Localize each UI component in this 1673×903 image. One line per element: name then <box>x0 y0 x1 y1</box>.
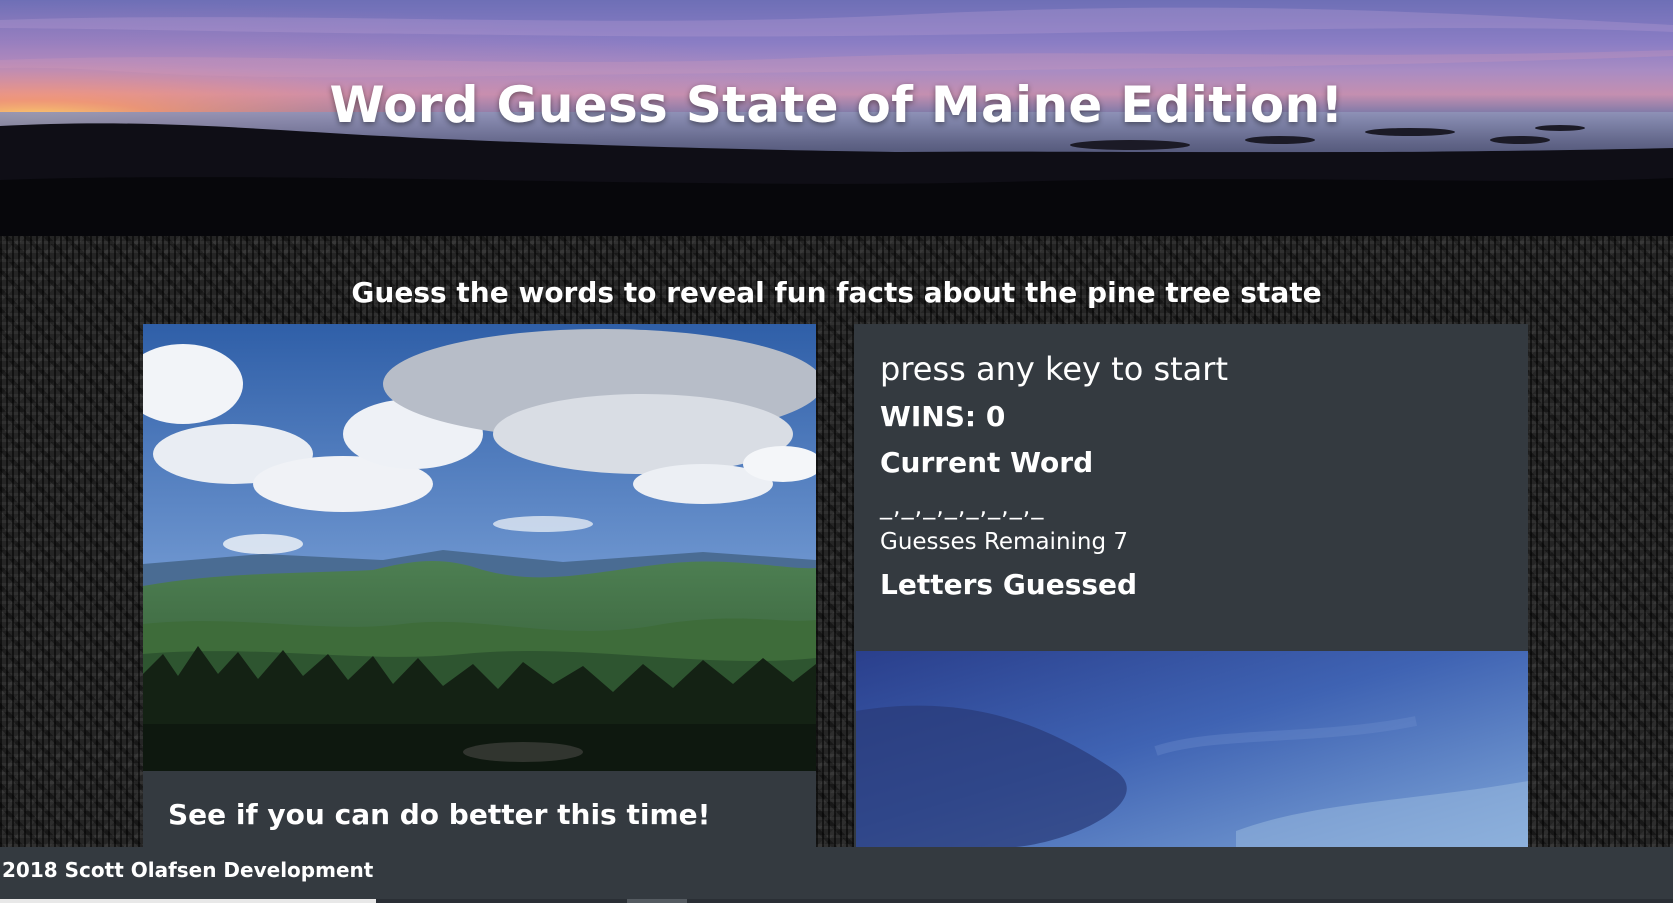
scrollbar-marker <box>627 899 687 903</box>
letters-guessed-label: Letters Guessed <box>880 568 1138 601</box>
retry-caption: See if you can do better this time! <box>168 798 711 831</box>
tagline: Guess the words to reveal fun facts abou… <box>351 276 1322 309</box>
current-word-blanks: _,_,_,_,_,_,_,_ <box>880 492 1045 520</box>
wins-counter: WINS: 0 <box>880 400 1006 433</box>
current-word-label: Current Word <box>880 446 1094 479</box>
game-panel: press any key to start WINS: 0 Current W… <box>854 324 1528 847</box>
game-status: press any key to start <box>880 350 1228 388</box>
scrollbar-thumb[interactable] <box>0 899 376 903</box>
header-banner: Word Guess State of Maine Edition! <box>0 0 1673 236</box>
footer: 2018 Scott Olafsen Development <box>0 847 1673 903</box>
guesses-remaining: Guesses Remaining 7 <box>880 529 1129 555</box>
image-card: See if you can do better this time! <box>143 324 816 847</box>
main-content: Guess the words to reveal fun facts abou… <box>0 236 1673 847</box>
page: Word Guess State of Maine Edition! Guess… <box>0 0 1673 903</box>
page-title: Word Guess State of Maine Edition! <box>329 76 1344 134</box>
horizontal-scrollbar[interactable] <box>0 899 1673 903</box>
fact-image <box>856 651 1528 847</box>
footer-credit: 2018 Scott Olafsen Development <box>2 858 374 882</box>
mountain-landscape-image <box>143 324 816 771</box>
